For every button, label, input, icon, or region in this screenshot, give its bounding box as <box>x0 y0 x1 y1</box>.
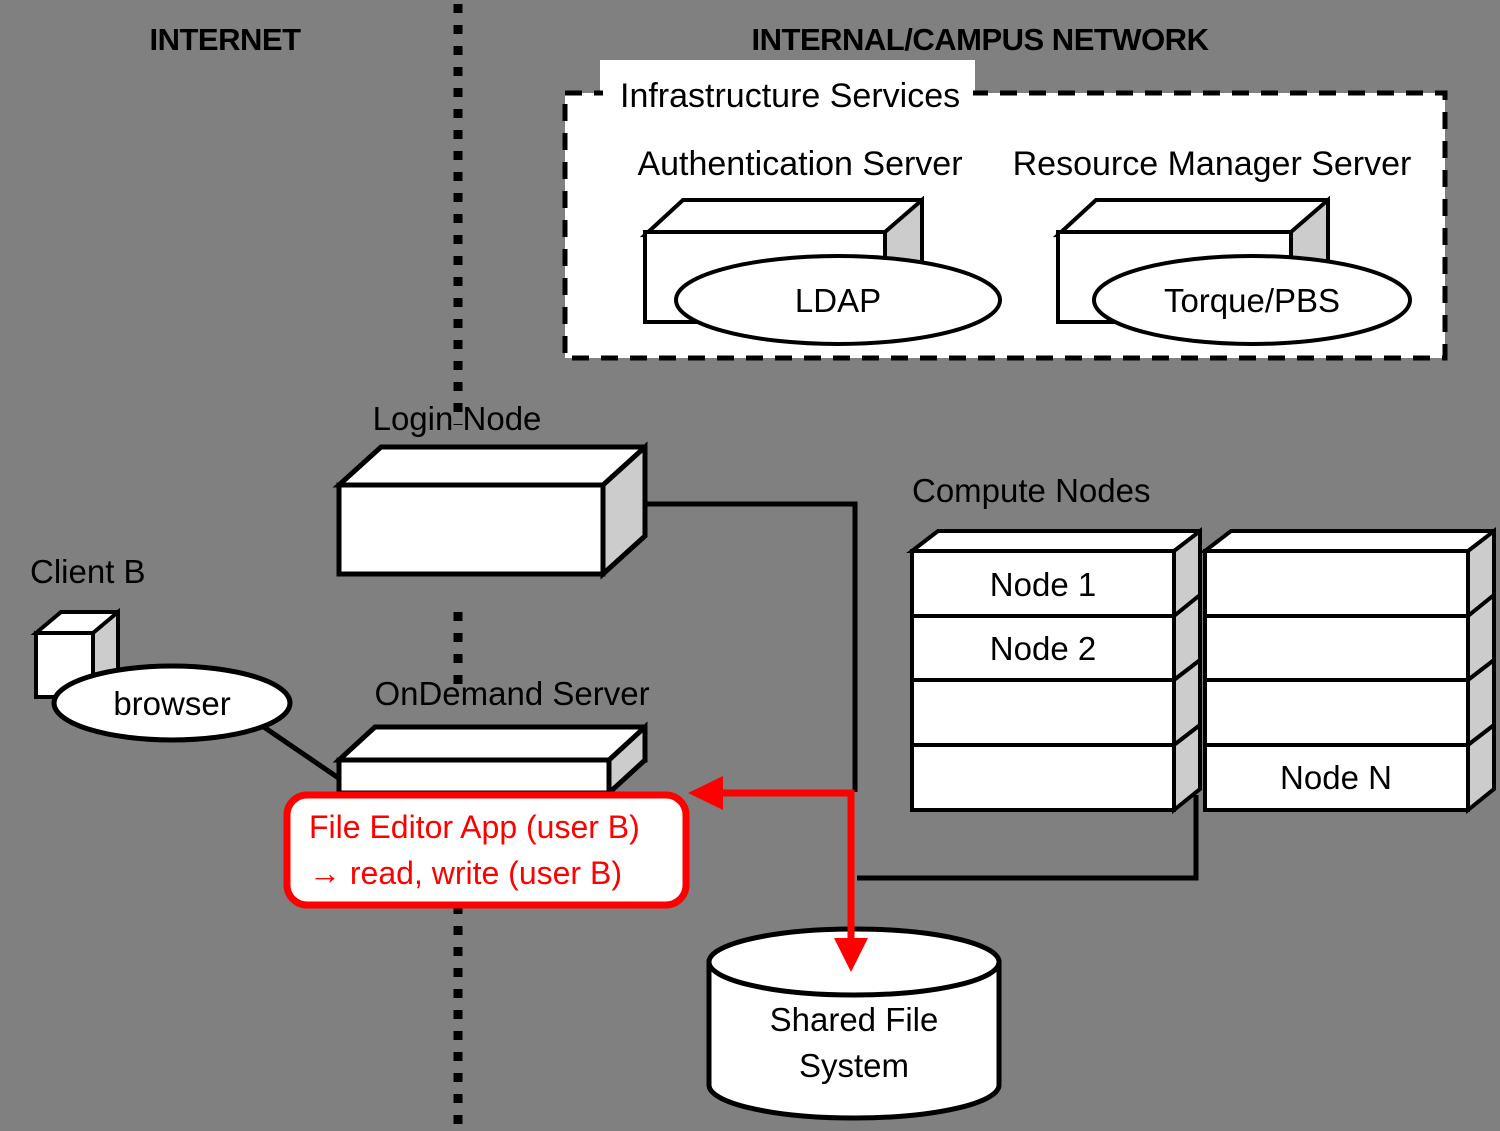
login-node-network-link <box>645 501 858 792</box>
file-editor-annotation-line1: File Editor App (user B) <box>309 809 640 845</box>
torque-pbs-label: Torque/PBS <box>1164 282 1340 319</box>
resource-manager-title: Resource Manager Server <box>1013 145 1412 183</box>
ondemand-server-box <box>332 721 648 799</box>
browser-label: browser <box>113 685 230 722</box>
compute-node-label-2: Node 2 <box>990 630 1096 667</box>
browser-to-ondemand-link <box>253 718 342 782</box>
zone-label-internet: INTERNET <box>150 22 302 57</box>
login-node-box <box>332 441 648 580</box>
login-node-title: Login Node <box>373 400 542 437</box>
ldap-label: LDAP <box>795 282 881 319</box>
compute-node-label-n: Node N <box>1280 759 1392 796</box>
zone-label-internal-network: INTERNAL/CAMPUS NETWORK <box>752 22 1210 57</box>
shared-file-system-label-line2: System <box>799 1047 909 1084</box>
file-editor-annotation-line2: → read, write (user B) <box>309 855 622 891</box>
client-b-title: Client B <box>30 553 146 590</box>
compute-node-label-1: Node 1 <box>990 566 1096 603</box>
dataflow-arrowhead-left <box>688 776 723 810</box>
compute-nodes-title: Compute Nodes <box>912 472 1150 509</box>
infrastructure-panel-title: Infrastructure Services <box>620 77 960 115</box>
ondemand-server-title: OnDemand Server <box>374 675 649 712</box>
auth-server-title: Authentication Server <box>637 145 962 183</box>
shared-file-system-label-line1: Shared File <box>770 1001 939 1038</box>
diagram-canvas: INTERNET INTERNAL/CAMPUS NETWORK Infrast… <box>0 0 1500 1131</box>
